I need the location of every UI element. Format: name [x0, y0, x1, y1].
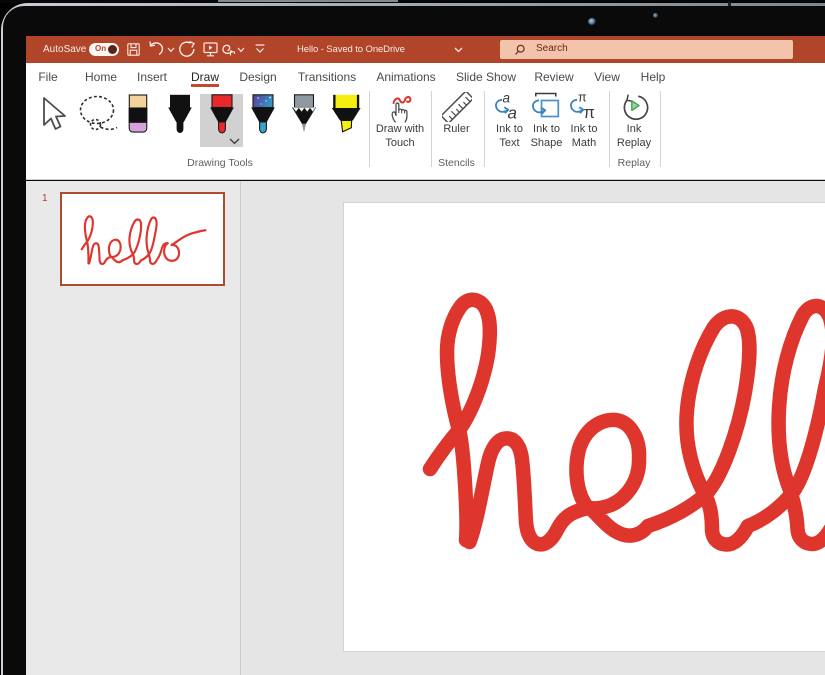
svg-text:π: π [578, 91, 587, 105]
svg-text:a: a [508, 104, 517, 121]
svg-text:π: π [584, 104, 595, 120]
